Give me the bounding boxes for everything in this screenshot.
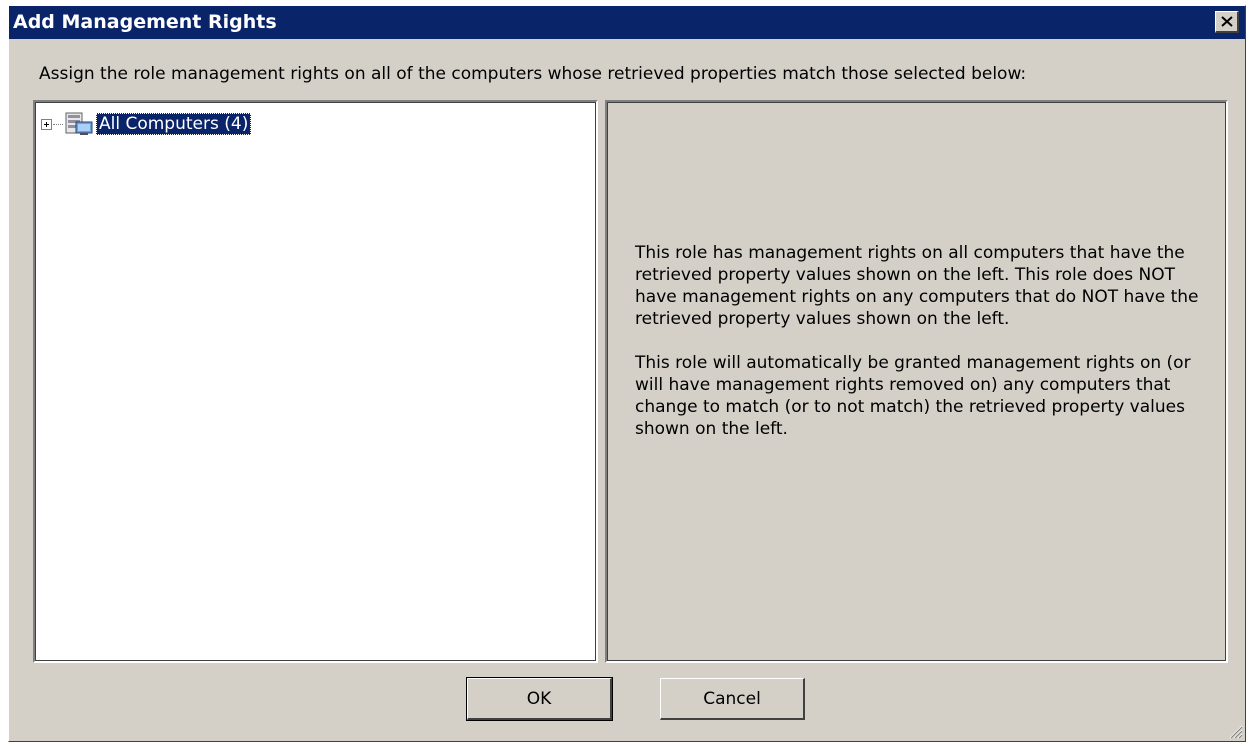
dialog-window: Add Management Rights Assign the role ma… (8, 5, 1246, 742)
info-panel: This role has management rights on all c… (605, 100, 1228, 663)
window-title: Add Management Rights (13, 11, 277, 33)
tree-node[interactable]: All Computers (4) (41, 111, 252, 137)
ok-button[interactable]: OK (466, 677, 613, 721)
info-paragraph-2: This role will automatically be granted … (635, 353, 1191, 439)
computer-tree-view[interactable]: All Computers (4) (33, 100, 598, 663)
title-bar[interactable]: Add Management Rights (9, 6, 1245, 39)
cancel-button[interactable]: Cancel (660, 678, 805, 720)
computers-group-icon (65, 112, 93, 135)
close-icon (1220, 16, 1233, 27)
info-text: This role has management rights on all c… (635, 242, 1205, 462)
resize-grip-icon[interactable] (1227, 723, 1243, 739)
tree-connector (53, 123, 63, 125)
close-button[interactable] (1215, 11, 1239, 33)
info-paragraph-1: This role has management rights on all c… (635, 243, 1199, 329)
tree-node-label[interactable]: All Computers (4) (96, 113, 252, 135)
instruction-text: Assign the role management rights on all… (39, 64, 1027, 84)
expand-icon[interactable] (41, 118, 52, 130)
